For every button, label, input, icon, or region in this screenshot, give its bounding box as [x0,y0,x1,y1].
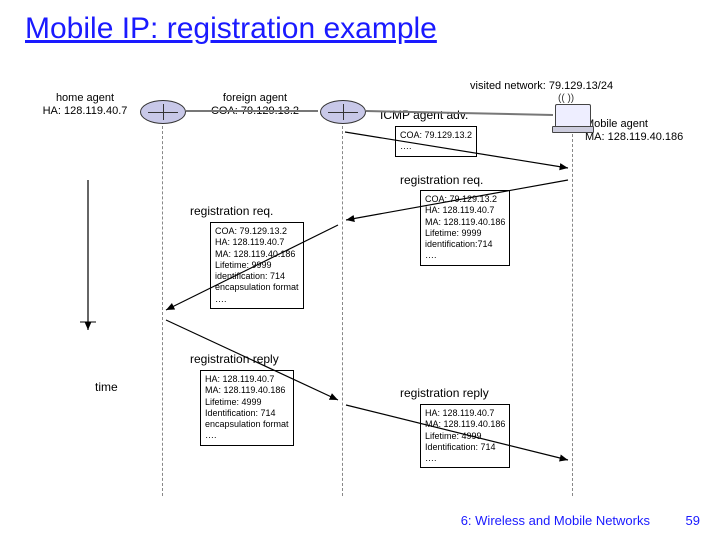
reg-reply-2-box: HA: 128.119.40.7 MA: 128.119.40.186 Life… [420,404,510,468]
timeline-mobile-node [572,134,573,496]
mobile-agent-label: Mobile agent MA: 128.119.40.186 [585,118,715,144]
mobile-agent-addr: MA: 128.119.40.186 [585,131,683,143]
home-agent-label: home agent HA: 128.119.40.7 [30,92,140,118]
icmp-adv-box: COA: 79.129.13.2 …. [395,126,477,157]
reg-req-1-label: registration req. [400,173,483,187]
slide-title: Mobile IP: registration example [25,12,437,46]
reg-req-2-box: COA: 79.129.13.2 HA: 128.119.40.7 MA: 12… [210,222,304,309]
reg-req-2-label: registration req. [190,204,273,218]
home-agent-name: home agent [56,92,114,104]
icmp-adv-label: ICMP agent adv. [380,108,468,122]
visited-network-label: visited network: 79.129.13/24 [470,80,670,93]
wifi-icon: (( )) [558,93,574,104]
timeline-foreign-agent [342,126,343,496]
reg-reply-1-label: registration reply [190,352,279,366]
foreign-agent-name: foreign agent [223,92,287,104]
reg-req-1-box: COA: 79.129.13.2 HA: 128.119.40.7 MA: 12… [420,190,510,266]
mobile-node-laptop-icon [555,104,591,128]
home-agent-router-icon [140,100,186,124]
reg-reply-2-label: registration reply [400,386,489,400]
foreign-agent-router-icon [320,100,366,124]
foreign-agent-label: foreign agent COA: 79.129.13.2 [195,92,315,118]
timeline-home-agent [162,126,163,496]
footer-page-number: 59 [686,513,700,528]
foreign-agent-addr: COA: 79.129.13.2 [211,105,299,117]
home-agent-addr: HA: 128.119.40.7 [43,105,128,117]
mobile-agent-name: Mobile agent [585,118,648,130]
footer-chapter: 6: Wireless and Mobile Networks [461,513,650,528]
time-label: time [95,380,118,394]
reg-reply-1-box: HA: 128.119.40.7 MA: 128.119.40.186 Life… [200,370,294,446]
